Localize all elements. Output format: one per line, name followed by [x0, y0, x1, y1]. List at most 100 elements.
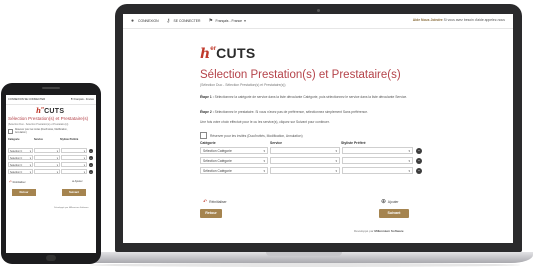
connexion-link[interactable]: ● CONNEXION	[131, 17, 159, 24]
page-title: Sélection Prestation(s) et Prestataire(s…	[200, 69, 401, 81]
chevron-down-icon: ▾	[83, 157, 85, 160]
help-contact[interactable]: Aide Nous Joindre Si vous avez besoin d'…	[413, 18, 505, 22]
help-phone-text: Si vous avez besoin d'aide appelez-nous	[443, 18, 505, 22]
category-select[interactable]: Sélection Catégorie ▾	[200, 167, 268, 174]
phone-provider-select[interactable]: ▾	[61, 155, 87, 160]
se-connecter-link[interactable]: ⚷ SE CONNECTER	[167, 18, 201, 24]
step-3-instructions: Une fois votre choix effectué pour le ou…	[200, 120, 330, 124]
phone-add-service-link[interactable]: ⊕ Ajouter	[72, 180, 83, 183]
provider-select[interactable]: ▾	[342, 167, 413, 174]
add-label: Ajouter	[387, 200, 399, 204]
phone-guest-booking-checkbox[interactable]: Réserver pour les invités (Duo/Invités, …	[8, 129, 78, 135]
phone-connexion-links[interactable]: CONNEXION SE CONNECTER	[8, 98, 45, 101]
phone-frame: CONNEXION SE CONNECTER ⚑ Français - Fran…	[1, 83, 101, 264]
phone-home-button[interactable]	[46, 255, 56, 261]
provider-header: Styliste Préféré	[341, 141, 366, 145]
phone-next-button[interactable]: Suivant	[62, 189, 86, 196]
category-header: Catégorie	[200, 141, 216, 145]
phone-category-select[interactable]: Sélection C ▾	[8, 169, 33, 174]
category-select-value: Sélection Catégorie	[203, 169, 232, 173]
category-select[interactable]: Sélection Catégorie ▾	[200, 147, 268, 154]
provider-select[interactable]: ▾	[342, 157, 413, 164]
chevron-down-icon: ▾	[408, 149, 410, 153]
phone-category-value: Sélection C	[10, 157, 23, 160]
chevron-down-icon: ▾	[83, 150, 85, 153]
language-selector[interactable]: ⚑ Français - France ▾	[208, 17, 246, 24]
footer-brand: Millennium Software	[374, 229, 404, 233]
chevron-down-icon: ▾	[83, 164, 85, 167]
phone-speaker	[42, 87, 60, 89]
remove-row-icon[interactable]: −	[89, 169, 93, 174]
remove-row-icon[interactable]: −	[416, 168, 422, 174]
flag-icon: ⚑	[208, 17, 213, 24]
service-select[interactable]: ▾	[270, 147, 340, 154]
checkbox-box[interactable]	[8, 129, 13, 134]
phone-service-select[interactable]: ▾	[34, 155, 60, 160]
phone-category-select[interactable]: Sélection C ▾	[8, 162, 33, 167]
remove-row-icon[interactable]: −	[416, 158, 422, 164]
chevron-down-icon: ▾	[56, 171, 58, 174]
phone-provider-header: Styliste Préféré	[60, 138, 79, 141]
phone-connexion-label: CONNEXION	[8, 98, 24, 101]
logo-cuts: CUTS	[44, 108, 65, 115]
reset-link[interactable]: ↶ Réinitialiser	[203, 199, 227, 205]
phone-page-title: Sélection Prestation(s) et Prestataire(s…	[8, 116, 89, 121]
chevron-down-icon: ▾	[56, 157, 58, 160]
chevron-down-icon: ▾	[335, 149, 337, 153]
phone-category-select[interactable]: Sélection C ▾	[8, 148, 33, 153]
phone-screen: CONNEXION SE CONNECTER ⚑ Français - Fran…	[6, 95, 96, 253]
phone-category-header: Catégorie	[8, 138, 20, 141]
plus-circle-icon: ⊕	[381, 199, 387, 205]
next-button[interactable]: Suivant	[379, 209, 409, 218]
back-button[interactable]: Retour	[200, 209, 222, 218]
phone-service-select[interactable]: ▾	[34, 169, 60, 174]
service-row: Sélection Catégorie ▾ ▾ ▾ −	[200, 167, 422, 175]
checkbox-box[interactable]	[200, 132, 207, 139]
step-1-label: Étape 1 :	[200, 95, 214, 99]
phone-provider-select[interactable]: ▾	[61, 169, 87, 174]
phone-reset-link[interactable]: ↶ Réinitialiser	[9, 180, 26, 184]
chevron-down-icon: ▾	[408, 159, 410, 163]
remove-row-icon[interactable]: −	[89, 162, 93, 167]
chevron-down-icon: ▾	[29, 171, 31, 174]
chevron-down-icon: ▾	[83, 171, 85, 174]
remove-row-icon[interactable]: −	[416, 148, 422, 154]
provider-select[interactable]: ▾	[342, 147, 413, 154]
logo-h: h	[200, 46, 211, 62]
chevron-down-icon: ▾	[244, 19, 246, 23]
phone-service-select[interactable]: ▾	[34, 148, 60, 153]
phone-footer-credit: Développé par Millennium Software	[54, 207, 89, 209]
reset-label: Réinitialiser	[209, 200, 227, 204]
step-2-label: Étape 2 :	[200, 110, 214, 114]
phone-category-select[interactable]: Sélection C ▾	[8, 155, 33, 160]
phone-provider-select[interactable]: ▾	[61, 162, 87, 167]
user-icon: ●	[131, 17, 135, 24]
laptop-notch	[266, 252, 342, 256]
category-select[interactable]: Sélection Catégorie ▾	[200, 157, 268, 164]
phone-service-row: Sélection C ▾ ▾ ▾ −	[8, 148, 94, 154]
phone-back-button[interactable]: Retour	[12, 189, 36, 196]
phone-top-bar: CONNEXION SE CONNECTER ⚑ Français - Fran…	[6, 95, 96, 105]
undo-icon: ↶	[203, 199, 208, 205]
se-connecter-label: SE CONNECTER	[173, 19, 201, 23]
phone-provider-select[interactable]: ▾	[61, 148, 87, 153]
service-select[interactable]: ▾	[270, 167, 340, 174]
phone-language-selector[interactable]: ⚑ Français - France	[71, 98, 94, 101]
phone-service-select[interactable]: ▾	[34, 162, 60, 167]
category-select-value: Sélection Catégorie	[203, 159, 232, 163]
chevron-down-icon: ▾	[263, 159, 265, 163]
service-select[interactable]: ▾	[270, 157, 340, 164]
add-service-link[interactable]: ⊕ Ajouter	[381, 198, 399, 205]
phone-page-subtitle: (Sélection Duo - Sélection Prestation(s)…	[8, 123, 69, 126]
phone-add-label: Ajouter	[74, 180, 83, 183]
laptop-base	[74, 252, 533, 263]
laptop-camera	[317, 9, 320, 12]
remove-row-icon[interactable]: −	[89, 148, 93, 153]
phone-language-label: Français - France	[73, 98, 94, 101]
chevron-down-icon: ▾	[263, 169, 265, 173]
phone-service-row: Sélection C ▾ ▾ ▾ −	[8, 155, 94, 161]
remove-row-icon[interactable]: −	[89, 155, 93, 160]
footer-credit: Développé par Millennium Software	[354, 229, 404, 233]
chevron-down-icon: ▾	[29, 164, 31, 167]
guest-booking-checkbox[interactable]: Réserver pour les invités (Duo/Invités, …	[200, 132, 303, 139]
